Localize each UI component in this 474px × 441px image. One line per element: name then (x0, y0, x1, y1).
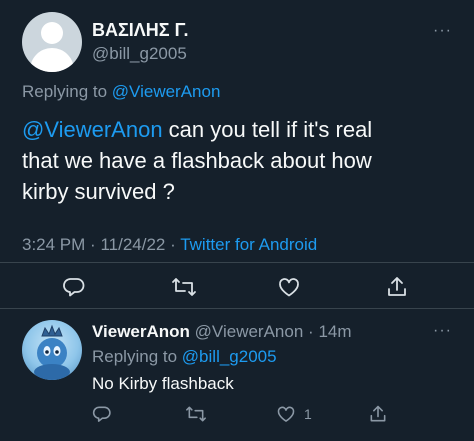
heart-icon[interactable] (276, 404, 296, 424)
avatar-illustration (34, 324, 70, 380)
tweet-text: @ViewerAnon can you tell if it's real th… (22, 114, 372, 207)
meta-separator: · (170, 235, 176, 254)
tweet-text-line-1: @ViewerAnon can you tell if it's real (22, 114, 372, 145)
author-handle[interactable]: @bill_g2005 (92, 44, 187, 64)
share-icon[interactable] (368, 404, 388, 424)
replying-to-label: Replying to (22, 82, 108, 101)
reply-replying-to-label: Replying to (92, 347, 178, 366)
tweet-text-line-1-rest: can you tell if it's real (162, 117, 373, 142)
replying-to-link[interactable]: @ViewerAnon (112, 82, 221, 101)
like-count: 1 (304, 406, 312, 422)
reply-text: No Kirby flashback (92, 374, 234, 393)
reply-author-avatar[interactable] (22, 320, 82, 380)
tweet-text-line-2: that we have a flashback about how (22, 148, 372, 173)
reply-author-name[interactable]: ViewerAnon (92, 322, 190, 341)
default-avatar-head (41, 22, 63, 44)
default-avatar-body (30, 48, 74, 72)
tweet-time[interactable]: 3:24 PM (22, 235, 85, 254)
reply-icon[interactable] (62, 275, 86, 299)
tweet-source[interactable]: Twitter for Android (180, 235, 317, 254)
heart-icon[interactable] (277, 275, 301, 299)
meta-separator: · (90, 235, 96, 254)
reply-replying-to-link[interactable]: @bill_g2005 (182, 347, 277, 366)
reply-author-handle[interactable]: @ViewerAnon (195, 322, 304, 341)
retweet-icon[interactable] (185, 404, 207, 424)
reply-icon[interactable] (92, 404, 112, 424)
tweet-meta: 3:24 PM · 11/24/22 · Twitter for Android (22, 235, 317, 255)
retweet-icon[interactable] (171, 275, 197, 299)
tweet-text-line-3: kirby survived ? (22, 179, 175, 204)
author-avatar[interactable] (22, 12, 82, 72)
share-icon[interactable] (385, 275, 409, 299)
more-options-icon[interactable]: ··· (433, 22, 452, 40)
reply-replying-to-line: Replying to @bill_g2005 (92, 347, 277, 367)
reply-separator: · (308, 322, 314, 341)
mention-link[interactable]: @ViewerAnon (22, 117, 163, 142)
replying-to-line: Replying to @ViewerAnon (22, 82, 220, 102)
reply-more-options-icon[interactable]: ··· (433, 322, 452, 340)
author-name[interactable]: ΒΑΣΙΛΗΣ Γ. (92, 20, 188, 41)
divider (0, 262, 474, 263)
reply-header: ViewerAnon @ViewerAnon · 14m (92, 322, 352, 342)
tweet-date[interactable]: 11/24/22 (100, 235, 165, 254)
reply-age[interactable]: 14m (318, 322, 351, 341)
divider (0, 308, 474, 309)
